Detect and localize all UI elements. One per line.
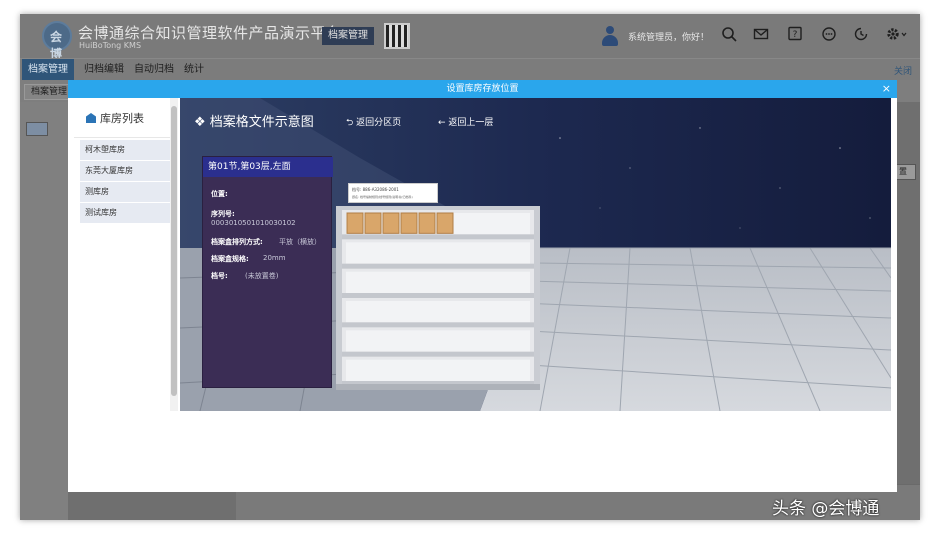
shelf-compartment[interactable] bbox=[346, 242, 530, 264]
archive-box[interactable] bbox=[382, 212, 400, 234]
shelf-compartment[interactable] bbox=[346, 271, 530, 293]
background-left-panel bbox=[20, 102, 68, 520]
dialog-title: 设置库房存放位置 × bbox=[68, 80, 897, 98]
shelf-plank bbox=[342, 263, 534, 269]
nav-archive-management[interactable]: 档案管理 bbox=[22, 59, 74, 81]
shelf-plank bbox=[342, 234, 534, 240]
warehouse-icon bbox=[86, 113, 96, 123]
shelf-3d-scene: ❖ 档案格文件示意图 ⮌ 返回分区页 ← 返回上一层 第01节,第03层,左面 … bbox=[180, 98, 891, 411]
archive-box[interactable] bbox=[436, 212, 454, 234]
shelf-plank bbox=[342, 351, 534, 357]
main-nav: 档案管理 归档编辑 自动归档 统计 关闭 bbox=[20, 58, 920, 81]
file-number-label: 档号: bbox=[211, 272, 228, 280]
scene-title: ❖ 档案格文件示意图 bbox=[194, 115, 314, 130]
back-to-partition-link[interactable]: ⮌ 返回分区页 bbox=[346, 115, 401, 131]
shelf-info-panel: 第01节,第03层,左面 位置: 序列号: 000301050101003010… bbox=[202, 156, 333, 388]
storage-location-dialog: 设置库房存放位置 × 库房列表 柯木塱库房 东莞大厦库房 测库房 测试库房 ❖ … bbox=[68, 80, 897, 492]
clock-icon[interactable] bbox=[852, 26, 870, 44]
archive-box[interactable] bbox=[346, 212, 364, 234]
nav-auto-archive[interactable]: 自动归档 bbox=[128, 59, 180, 81]
app-title: 会博通综合知识管理软件产品演示平台 bbox=[78, 24, 342, 42]
serial-value: 0003010501010030102 bbox=[211, 219, 296, 227]
user-greeting: 系统管理员，你好！ bbox=[628, 33, 710, 43]
tooltip-file-number: 档号: 886-A32086-2001 bbox=[352, 187, 399, 192]
shelf-compartment[interactable] bbox=[346, 330, 530, 352]
warehouse-item[interactable]: 测库房 bbox=[80, 182, 170, 202]
help-icon[interactable]: ? bbox=[786, 26, 804, 44]
screen-frame: 会博 会博通综合知识管理软件产品演示平台 HuiBoTong KMS 档案管理 … bbox=[20, 14, 920, 520]
shelf-plank bbox=[342, 322, 534, 328]
nav-close-link[interactable]: 关闭 bbox=[894, 64, 912, 77]
file-number-value: (未放置卷) bbox=[245, 272, 279, 280]
app-logo: 会博 bbox=[42, 21, 72, 61]
tooltip-file-title: 题名: 档号编制规则(档号规则)说明书(归档科) bbox=[352, 195, 413, 199]
shelf-compartment[interactable] bbox=[346, 359, 530, 381]
nav-statistics[interactable]: 统计 bbox=[178, 59, 210, 81]
box-spec-value: 20mm bbox=[263, 254, 286, 262]
user-avatar-icon[interactable] bbox=[602, 26, 618, 46]
arrangement-value: 平放（横放） bbox=[279, 238, 321, 246]
serial-label: 序列号: bbox=[211, 210, 235, 218]
nav-archive-edit[interactable]: 归档编辑 bbox=[78, 59, 130, 81]
close-icon[interactable]: × bbox=[882, 80, 891, 98]
warehouse-list-title: 库房列表 bbox=[100, 112, 144, 125]
mail-icon[interactable] bbox=[752, 26, 770, 44]
arrangement-label: 档案盒排列方式: bbox=[211, 238, 263, 246]
warehouse-item[interactable]: 测试库房 bbox=[80, 203, 170, 223]
grid-toggle-button[interactable] bbox=[26, 122, 48, 136]
arrow-left-icon: ← bbox=[438, 118, 446, 128]
app-header: 会博 会博通综合知识管理软件产品演示平台 HuiBoTong KMS 档案管理 … bbox=[20, 14, 920, 61]
sidebar-scrollbar[interactable] bbox=[170, 98, 178, 411]
warehouse-list: 库房列表 柯木塱库房 东莞大厦库房 测库房 测试库房 bbox=[74, 98, 178, 411]
gear-icon[interactable] bbox=[884, 26, 910, 44]
svg-text:?: ? bbox=[793, 30, 798, 40]
shelf-compartment[interactable] bbox=[346, 301, 530, 323]
app-subtitle: HuiBoTong KMS bbox=[79, 41, 142, 50]
search-icon[interactable] bbox=[720, 26, 738, 44]
tab-archive-management[interactable]: 档案管理 bbox=[24, 84, 75, 100]
qrcode-icon bbox=[384, 23, 410, 49]
dialog-body: 库房列表 柯木塱库房 东莞大厦库房 测库房 测试库房 ❖ 档案格文件示意图 ⮌ … bbox=[74, 98, 891, 411]
archive-box[interactable] bbox=[364, 212, 382, 234]
archive-box[interactable] bbox=[418, 212, 436, 234]
chat-icon[interactable] bbox=[820, 26, 838, 44]
shelf-plank bbox=[342, 293, 534, 298]
box-tooltip: 档号: 886-A32086-2001 题名: 档号编制规则(档号规则)说明书(… bbox=[348, 183, 438, 203]
warehouse-list-header: 库房列表 bbox=[74, 98, 170, 138]
archive-management-button[interactable]: 档案管理 bbox=[322, 27, 374, 45]
archive-box[interactable] bbox=[400, 212, 418, 234]
watermark: 头条 @会博通 bbox=[772, 499, 880, 519]
box-spec-label: 档案盒规格: bbox=[211, 255, 249, 263]
scrollbar-thumb[interactable] bbox=[171, 106, 177, 396]
position-label: 位置: bbox=[211, 190, 228, 198]
back-up-level-link[interactable]: ← 返回上一层 bbox=[438, 115, 493, 128]
warehouse-item[interactable]: 东莞大厦库房 bbox=[80, 161, 170, 181]
diamond-icon: ❖ bbox=[194, 115, 206, 130]
info-panel-title: 第01节,第03层,左面 bbox=[203, 157, 333, 177]
warehouse-item[interactable]: 柯木塱库房 bbox=[80, 140, 170, 160]
undo-arrow-icon: ⮌ bbox=[346, 118, 354, 128]
